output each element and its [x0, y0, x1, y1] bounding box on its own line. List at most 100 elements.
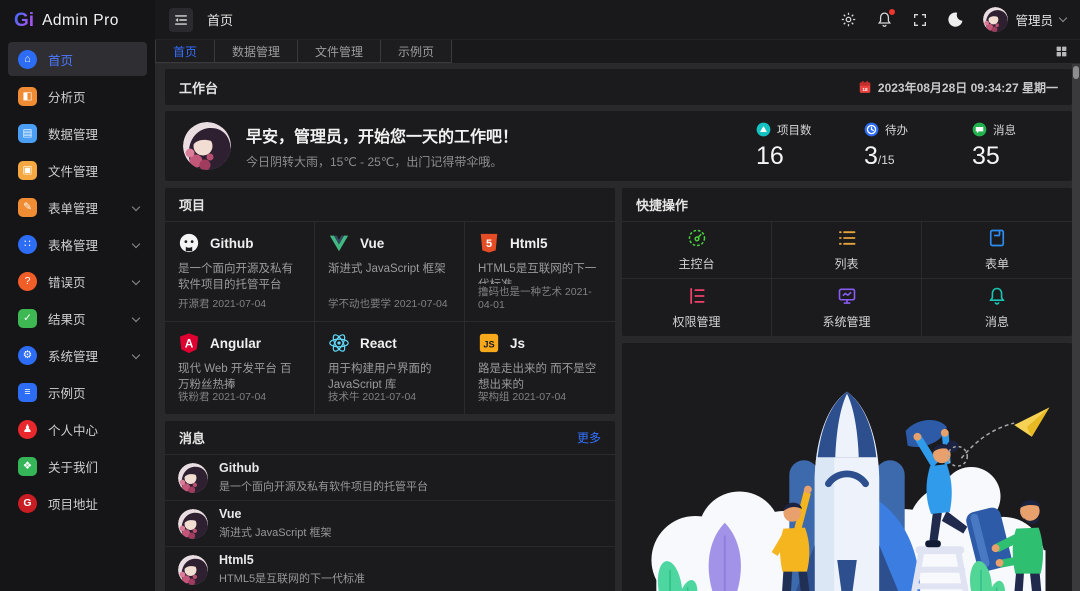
quick-action-system[interactable]: 系统管理 — [772, 279, 922, 336]
quick-action-messages[interactable]: 消息 — [922, 279, 1072, 336]
quick-action-list[interactable]: 列表 — [772, 222, 922, 279]
sidebar-item-home[interactable]: ⌂ 首页 — [8, 42, 147, 76]
messages-panel-header: 消息 更多 — [165, 421, 615, 455]
sidebar-item-forms[interactable]: ✎ 表单管理 — [8, 190, 147, 224]
message-item[interactable]: Github 是一个面向开源及私有软件项目的托管平台 — [165, 455, 615, 501]
example-icon: ≡ — [18, 383, 37, 402]
sidebar-item-system[interactable]: ⚙ 系统管理 — [8, 338, 147, 372]
tab-examples[interactable]: 示例页 — [381, 40, 452, 63]
sidebar-item-profile[interactable]: ♟ 个人中心 — [8, 412, 147, 446]
tab-actions-button[interactable] — [1055, 40, 1080, 63]
sidebar-item-label: 错误页 — [48, 272, 133, 291]
panel-title: 快捷操作 — [636, 195, 688, 214]
message-item[interactable]: Html5 HTML5是互联网的下一代标准 — [165, 547, 615, 591]
more-link[interactable]: 更多 — [577, 429, 601, 446]
quick-action-console[interactable]: 主控台 — [622, 222, 772, 279]
sidebar-item-data[interactable]: ▤ 数据管理 — [8, 116, 147, 150]
sidebar-item-repo[interactable]: G 项目地址 — [8, 486, 147, 520]
grid-icon — [1055, 45, 1068, 58]
tab-home[interactable]: 首页 — [155, 40, 215, 63]
quick-action-permissions[interactable]: 权限管理 — [622, 279, 772, 336]
project-footer: 学不动也要学 2021-07-04 — [328, 296, 451, 311]
stat-value: 35 — [972, 142, 1000, 170]
sidebar-item-tables[interactable]: ∷ 表格管理 — [8, 227, 147, 261]
quick-action-label: 消息 — [985, 313, 1009, 330]
project-footer: 技术牛 2021-07-04 — [328, 389, 451, 404]
chevron-down-icon — [132, 277, 140, 285]
projects-panel-header: 项目 — [165, 188, 615, 222]
project-desc: HTML5是互联网的下一代标准 — [478, 261, 602, 284]
quick-actions-header: 快捷操作 — [622, 188, 1072, 222]
project-card-js[interactable]: JS Js 路是走出来的 而不是空想出来的 架构组 2021-07-04 — [465, 322, 615, 414]
user-menu[interactable]: 管理员 — [983, 7, 1066, 32]
main-content: 工作台 18 2023年08月28日 09:34:27 星期一 早安，管理员，开… — [155, 64, 1080, 591]
sidebar-item-label: 文件管理 — [48, 161, 139, 180]
quick-action-form[interactable]: 表单 — [922, 222, 1072, 279]
sidebar-item-files[interactable]: ▣ 文件管理 — [8, 153, 147, 187]
sidebar-item-examples[interactable]: ≡ 示例页 — [8, 375, 147, 409]
notifications-button[interactable] — [876, 11, 893, 28]
stat-label: 待办 — [885, 122, 908, 138]
vue-icon — [328, 232, 350, 254]
project-card-vue[interactable]: Vue 渐进式 JavaScript 框架 学不动也要学 2021-07-04 — [315, 222, 465, 322]
sidebar-item-result-pages[interactable]: ✓ 结果页 — [8, 301, 147, 335]
workspace-title: 工作台 — [179, 78, 218, 97]
datetime: 18 2023年08月28日 09:34:27 星期一 — [858, 79, 1058, 96]
project-desc: 路是走出来的 而不是空想出来的 — [478, 361, 602, 389]
project-card-react[interactable]: React 用于构建用户界面的 JavaScript 库 技术牛 2021-07… — [315, 322, 465, 414]
project-card-html5[interactable]: 5 Html5 HTML5是互联网的下一代标准 撸码也是一种艺术 2021-04… — [465, 222, 615, 322]
chevron-down-icon — [132, 314, 140, 322]
sidebar-item-analysis[interactable]: ◧ 分析页 — [8, 79, 147, 113]
quick-action-label: 列表 — [834, 255, 858, 272]
project-desc: 用于构建用户界面的 JavaScript 库 — [328, 361, 451, 389]
avatar — [183, 122, 231, 170]
svg-text:A: A — [185, 337, 194, 351]
chevron-down-icon — [1059, 14, 1067, 22]
dark-mode-toggle[interactable] — [947, 11, 964, 28]
collapse-sidebar-button[interactable] — [169, 8, 193, 32]
tab-files[interactable]: 文件管理 — [298, 40, 381, 63]
message-item[interactable]: Vue 渐进式 JavaScript 框架 — [165, 501, 615, 547]
project-card-github[interactable]: Github 是一个面向开源及私有软件项目的托管平台 开源君 2021-07-0… — [165, 222, 315, 322]
quick-action-label: 权限管理 — [672, 313, 720, 330]
sidebar-item-label: 首页 — [48, 50, 139, 69]
gear-icon: ⚙ — [18, 346, 37, 365]
project-name: Github — [210, 236, 254, 251]
sidebar-item-label: 系统管理 — [48, 346, 133, 365]
stat-value: 16 — [756, 142, 784, 170]
analysis-icon: ◧ — [18, 87, 37, 106]
project-desc: 是一个面向开源及私有软件项目的托管平台 — [178, 261, 301, 293]
scrollbar-thumb[interactable] — [1073, 66, 1079, 79]
user-name: 管理员 — [1015, 10, 1053, 29]
result-icon: ✓ — [18, 309, 37, 328]
quick-action-label: 主控台 — [678, 255, 714, 272]
illustration-panel — [622, 343, 1072, 591]
settings-button[interactable] — [840, 11, 857, 28]
menu-fold-icon — [174, 13, 188, 27]
stat-label: 消息 — [993, 122, 1016, 138]
js-icon: JS — [478, 332, 500, 354]
sidebar-item-error-pages[interactable]: ? 错误页 — [8, 264, 147, 298]
message-name: Vue — [219, 507, 331, 521]
gear-icon — [840, 11, 857, 28]
avatar — [178, 463, 208, 493]
message-name: Html5 — [219, 553, 365, 567]
fullscreen-button[interactable] — [912, 12, 928, 28]
stats: 项目数 16 待办 3/15 — [756, 122, 1054, 171]
folder-icon: ▣ — [18, 161, 37, 180]
table-icon: ∷ — [18, 235, 37, 254]
avatar — [178, 555, 208, 585]
message-name: Github — [219, 461, 428, 475]
chevron-down-icon — [132, 203, 140, 211]
sidebar-item-about[interactable]: ❖ 关于我们 — [8, 449, 147, 483]
tab-data[interactable]: 数据管理 — [215, 40, 298, 63]
app-logo: Gi Admin Pro — [0, 0, 155, 40]
message-desc: HTML5是互联网的下一代标准 — [219, 570, 365, 586]
vertical-scrollbar[interactable] — [1072, 64, 1080, 591]
chevron-down-icon — [132, 351, 140, 359]
message-icon — [972, 122, 987, 137]
projects-panel: 项目 Github 是一个面向开源及私有软 — [165, 188, 615, 414]
sidebar-item-label: 表格管理 — [48, 235, 133, 254]
greeting-card: 早安，管理员，开始您一天的工作吧！ 今日阴转大雨，15℃ - 25℃，出门记得带… — [165, 111, 1072, 181]
project-card-angular[interactable]: A Angular 现代 Web 开发平台 百万粉丝热捧 铁粉君 2021-07… — [165, 322, 315, 414]
